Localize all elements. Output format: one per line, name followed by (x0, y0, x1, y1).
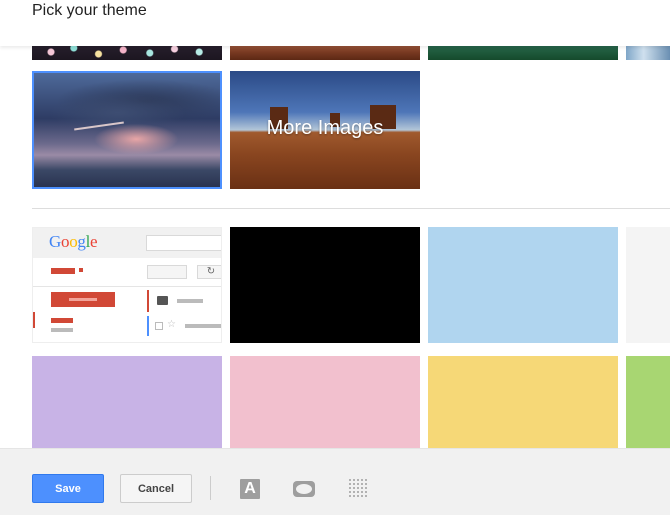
preview-compose-button (51, 292, 115, 307)
preview-mail-label (51, 268, 75, 274)
preview-search-box (146, 235, 221, 251)
preview-message-row: ☆ (147, 316, 221, 336)
preview-refresh-icon: ↻ (197, 265, 221, 279)
theme-color-black[interactable] (230, 227, 420, 343)
text-background-icon[interactable]: A (240, 479, 260, 499)
dialog-header: Pick your theme (0, 0, 670, 46)
theme-image-storm-selected[interactable] (32, 71, 222, 189)
cancel-button[interactable]: Cancel (120, 474, 192, 503)
save-button[interactable]: Save (32, 474, 104, 503)
preview-nav-item (51, 328, 73, 332)
vignette-icon[interactable] (293, 481, 315, 497)
preview-nav-inbox (51, 318, 73, 323)
preview-bar (177, 299, 203, 303)
dialog-title: Pick your theme (32, 2, 147, 19)
theme-color-lavender[interactable] (32, 356, 222, 448)
star-icon: ☆ (167, 319, 176, 330)
theme-grid: More Images Google ↻ ☆ (0, 0, 670, 448)
toolbar-separator (210, 476, 211, 500)
theme-color-light-blue[interactable] (428, 227, 618, 343)
theme-default-preview[interactable]: Google ↻ ☆ (32, 227, 222, 343)
theme-color-pink[interactable] (230, 356, 420, 448)
more-images-label: More Images (266, 116, 384, 139)
preview-select-button (147, 265, 187, 279)
google-logo: Google (49, 232, 98, 251)
preview-inbox-row (147, 290, 221, 312)
theme-color-yellow[interactable] (428, 356, 618, 448)
preview-mail-caret (79, 268, 83, 272)
preview-active-marker (33, 312, 35, 328)
theme-color-green[interactable] (626, 356, 670, 448)
more-images-tile[interactable]: More Images (230, 71, 420, 189)
preview-bar (185, 324, 221, 328)
checkbox-icon (155, 322, 163, 330)
theme-color-light-grey[interactable] (626, 227, 670, 343)
section-divider (32, 208, 670, 209)
dialog-footer: Save Cancel A (0, 448, 670, 515)
preview-divider (33, 286, 221, 287)
blur-icon[interactable] (349, 479, 367, 497)
inbox-tray-icon (157, 296, 168, 305)
